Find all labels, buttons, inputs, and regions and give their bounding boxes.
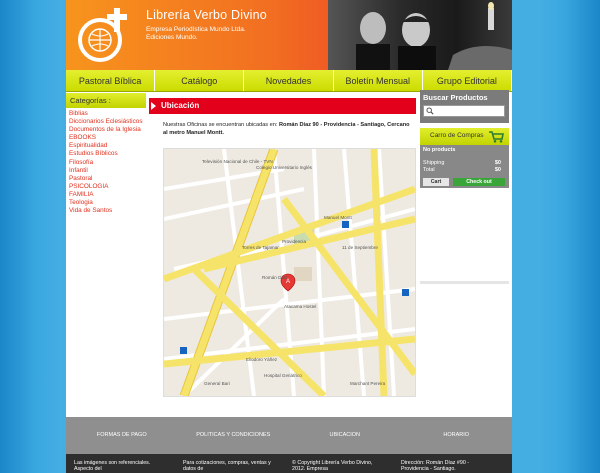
logo-cross-icon[interactable] [74, 4, 136, 66]
category-list: Biblias Diccionarios Eclesiásticos Docum… [69, 110, 143, 215]
checkout-button[interactable]: Check out [453, 178, 505, 186]
map-label: Torres de Tajamar [242, 245, 279, 250]
cart-body: No products Shipping $0 Total $0 Cart Ch… [420, 145, 509, 188]
shipping-label: Shipping [423, 160, 445, 166]
page-container: Librería Verbo Divino Empresa Periodísti… [66, 0, 512, 473]
map-label: Eliodoro Yáñez [246, 357, 278, 362]
search-panel: Buscar Productos [420, 90, 509, 123]
footer-nav: FORMAS DE PAGO POLITICAS Y CONDICIONES U… [66, 417, 512, 454]
nav-novedades[interactable]: Novedades [244, 70, 334, 91]
map-label: General Bari [204, 381, 230, 386]
brand-subtitle-2: Ediciones Mundo. [146, 34, 198, 41]
category-link[interactable]: Espiritualidad [69, 142, 143, 150]
cart-header: Carro de Compras [420, 128, 509, 145]
shopping-cart-icon[interactable] [488, 130, 504, 143]
search-title: Buscar Productos [423, 93, 488, 102]
category-link[interactable]: Infantil [69, 167, 143, 175]
category-link[interactable]: Vida de Santos [69, 207, 143, 215]
divider [420, 281, 509, 284]
total-label: Total [423, 167, 435, 173]
main-nav: Pastoral Bíblica Catálogo Novedades Bole… [66, 70, 512, 92]
search-icon[interactable] [426, 107, 434, 115]
header-photo [328, 0, 512, 70]
nav-grupo-editorial[interactable]: Grupo Editorial [422, 70, 512, 91]
nav-pastoral-biblica[interactable]: Pastoral Bíblica [66, 70, 156, 91]
footer-link-horario[interactable]: HORARIO [401, 417, 513, 454]
category-link[interactable]: FAMILIA [69, 191, 143, 199]
map-label: Televisión Nacional de Chile - TVN [202, 159, 273, 164]
category-link[interactable]: Biblias [69, 110, 143, 118]
brand-subtitle: Empresa Periodística Mundo Ltda. [146, 26, 246, 33]
map-label: Atacama Hostel [284, 304, 317, 309]
total-value: $0 [494, 167, 501, 173]
map-label: Román Díaz [262, 275, 288, 280]
nav-boletin-mensual[interactable]: Boletín Mensual [333, 70, 423, 91]
site-header: Librería Verbo Divino Empresa Periodísti… [66, 0, 512, 70]
map-label: Providencia [282, 239, 307, 244]
footer-disclaimer: Las imágenes son referenciales. Aspecto … [74, 460, 151, 472]
category-link[interactable]: Pastoral [69, 175, 143, 183]
map-label: Colegio Universitario Inglés [256, 165, 312, 170]
section-title: Ubicación [161, 101, 200, 110]
category-link[interactable]: PSICOLOGIA [69, 183, 143, 191]
footer-info: Las imágenes son referenciales. Aspecto … [66, 454, 512, 473]
category-link[interactable]: Documentos de la Iglesia [69, 126, 143, 134]
category-link[interactable]: EBOOKS [69, 134, 143, 142]
map-label: 11 de Septiembre [342, 245, 378, 250]
category-link[interactable]: Estudios Bíblicos [69, 150, 143, 158]
map-label: Manuel Montt [324, 215, 352, 220]
arrow-icon [151, 102, 156, 110]
location-intro: Nuestras Oficinas se encuentran ubicadas… [163, 122, 279, 128]
cart-button[interactable]: Cart [423, 178, 449, 186]
cart-total-row: Total $0 [423, 167, 505, 173]
cart-empty-text: No products [423, 147, 456, 153]
categories-heading: Categorías : [66, 93, 146, 108]
footer-address: Dirección: Román Díaz #90 - Providencia … [401, 460, 470, 472]
map-canvas[interactable]: A [164, 149, 415, 396]
shipping-value: $0 [494, 160, 501, 166]
footer-link-ubicacion[interactable]: UBICACION [289, 417, 401, 454]
cart-shipping-row: Shipping $0 [423, 160, 505, 166]
cart-title: Carro de Compras [430, 132, 484, 139]
portraits-image [356, 2, 512, 70]
footer-contact: Para cotizaciones, compras, ventas y dat… [183, 460, 271, 472]
nav-catalogo[interactable]: Catálogo [155, 70, 245, 91]
footer-link-formas-de-pago[interactable]: FORMAS DE PAGO [66, 417, 178, 454]
category-link[interactable]: Diccionarios Eclesiásticos [69, 118, 143, 126]
location-text: Nuestras Oficinas se encuentran ubicadas… [163, 122, 415, 137]
footer-copyright: © Copyright Librería Verbo Divino, 2012.… [292, 460, 373, 472]
search-input[interactable] [423, 105, 505, 117]
location-map[interactable]: A Televisión Nacional de Chile - TVN Col… [163, 148, 416, 397]
map-label: Hospital Geriátrico [264, 373, 302, 378]
footer-link-politicas[interactable]: POLITICAS Y CONDICIONES [178, 417, 290, 454]
map-label: Marchant Pereira [350, 381, 386, 386]
category-link[interactable]: Teologia [69, 199, 143, 207]
brand-title: Librería Verbo Divino [146, 8, 267, 22]
section-title-bar: Ubicación [149, 98, 416, 114]
category-link[interactable]: Filosofía [69, 159, 143, 167]
